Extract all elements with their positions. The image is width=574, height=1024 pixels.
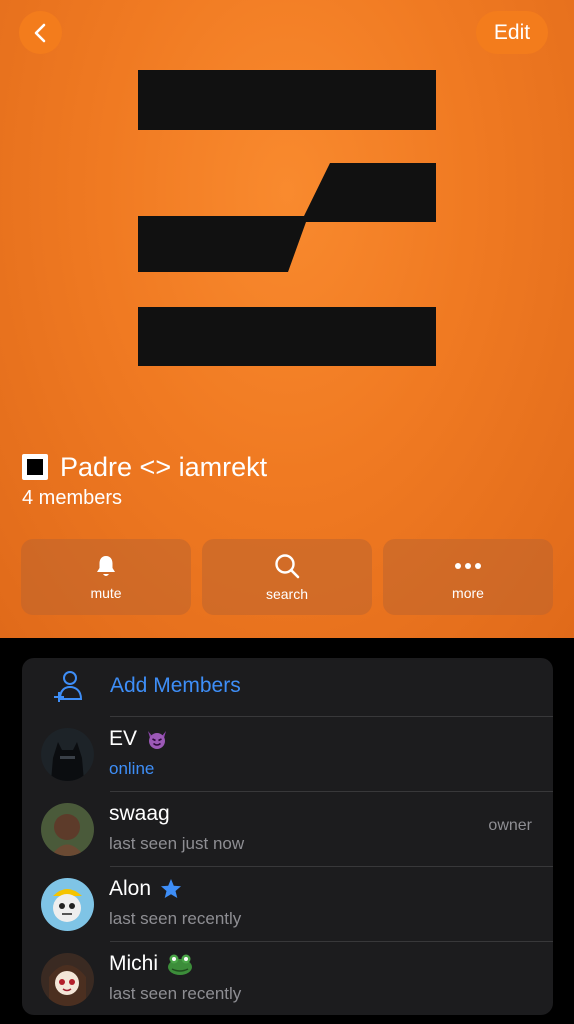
search-label: search bbox=[265, 586, 309, 602]
group-header-banner: Edit Padre <> iamrekt 4 members mute sea… bbox=[0, 0, 574, 638]
frog-emoji-icon bbox=[168, 954, 193, 975]
avatar bbox=[41, 953, 94, 1006]
chevron-left-icon bbox=[34, 23, 45, 42]
member-name: swaag bbox=[109, 802, 170, 825]
owner-badge: owner bbox=[488, 817, 532, 834]
avatar bbox=[41, 728, 94, 781]
add-user-icon bbox=[54, 671, 83, 702]
member-status: last seen just now bbox=[109, 834, 245, 853]
avatar bbox=[41, 803, 94, 856]
member-row-swaag[interactable]: swaag last seen just now owner bbox=[22, 791, 553, 866]
more-button[interactable]: more bbox=[383, 539, 553, 615]
avatar bbox=[41, 878, 94, 931]
search-button[interactable]: search bbox=[202, 539, 372, 615]
member-name: Alon bbox=[109, 877, 152, 900]
member-name: EV bbox=[109, 727, 138, 750]
member-status: last seen recently bbox=[109, 984, 242, 1003]
more-label: more bbox=[452, 585, 484, 601]
member-name: Michi bbox=[109, 952, 159, 975]
more-dots-icon bbox=[455, 563, 481, 569]
member-row-michi[interactable]: Michi last seen recently bbox=[22, 941, 553, 1015]
member-row-alon[interactable]: Alon last seen recently bbox=[22, 866, 553, 941]
group-title-text: Padre <> iamrekt bbox=[60, 451, 268, 482]
black-square-emoji bbox=[22, 454, 48, 480]
add-members-button[interactable]: Add Members bbox=[22, 658, 553, 716]
members-list: Add Members EV online swaag last seen ju… bbox=[22, 658, 553, 1015]
member-row-ev[interactable]: EV online bbox=[22, 716, 553, 791]
member-status: last seen recently bbox=[109, 909, 242, 928]
bell-icon bbox=[97, 556, 115, 576]
mute-button[interactable]: mute bbox=[21, 539, 191, 615]
members-count: 4 members bbox=[22, 487, 123, 509]
add-members-label: Add Members bbox=[110, 674, 241, 697]
member-status: online bbox=[109, 759, 155, 778]
mute-label: mute bbox=[90, 585, 122, 601]
devil-emoji-icon bbox=[148, 731, 167, 749]
group-logo bbox=[138, 70, 436, 366]
search-icon bbox=[275, 554, 300, 579]
action-buttons: mute search more bbox=[21, 539, 553, 615]
star-icon bbox=[161, 879, 182, 898]
group-title: Padre <> iamrekt bbox=[22, 449, 267, 485]
edit-button[interactable]: Edit bbox=[476, 11, 548, 54]
back-button[interactable] bbox=[19, 11, 62, 54]
